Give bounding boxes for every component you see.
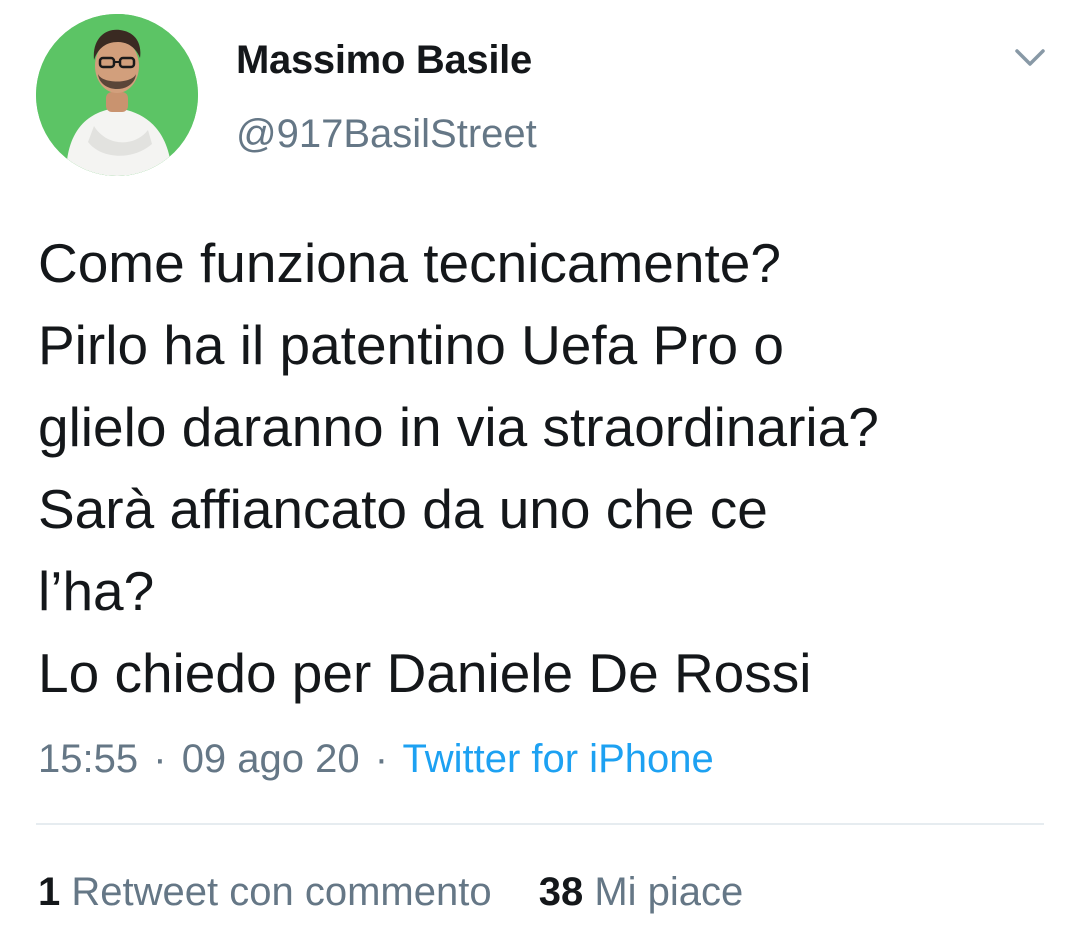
chevron-down-icon[interactable] — [1012, 44, 1048, 72]
meta-separator: · — [374, 737, 389, 781]
meta-separator: · — [153, 737, 167, 781]
likes-label: Mi piace — [594, 870, 744, 914]
divider — [36, 823, 1044, 825]
tweet-detail: Massimo Basile @917BasilStreet Come funz… — [0, 0, 1080, 940]
tweet-text-line: Pirlo ha il patentino Uefa Pro o — [38, 314, 784, 376]
retweets-label: Retweet con commento — [71, 870, 492, 914]
tweet-date[interactable]: 09 ago 20 — [182, 737, 360, 781]
tweet-text-line: Sarà affiancato da uno che ce — [38, 478, 768, 540]
likes-stat[interactable]: 38 Mi piace — [539, 868, 744, 916]
author-name[interactable]: Massimo Basile — [236, 37, 532, 83]
tweet-stats: 1 Retweet con commento 38 Mi piace — [38, 868, 743, 916]
tweet-meta: 15:55 · 09 ago 20 · Twitter for iPhone — [38, 735, 714, 783]
retweets-count: 1 — [38, 870, 61, 914]
tweet-text-line: l’ha? — [38, 560, 155, 622]
avatar-image — [36, 14, 198, 176]
tweet-text-line: glielo daranno in via straordinaria? — [38, 396, 879, 458]
tweet-text: Come funziona tecnicamente? Pirlo ha il … — [38, 222, 1058, 714]
tweet-time[interactable]: 15:55 — [38, 737, 138, 781]
likes-count: 38 — [538, 870, 584, 914]
avatar[interactable] — [36, 14, 198, 176]
tweet-source-link[interactable]: Twitter for iPhone — [402, 737, 713, 781]
tweet-text-line: Come funziona tecnicamente? — [38, 232, 781, 294]
author-handle[interactable]: @917BasilStreet — [236, 111, 537, 157]
tweet-text-line: Lo chiedo per Daniele De Rossi — [38, 642, 812, 704]
retweets-with-comment-stat[interactable]: 1 Retweet con commento — [38, 868, 492, 916]
